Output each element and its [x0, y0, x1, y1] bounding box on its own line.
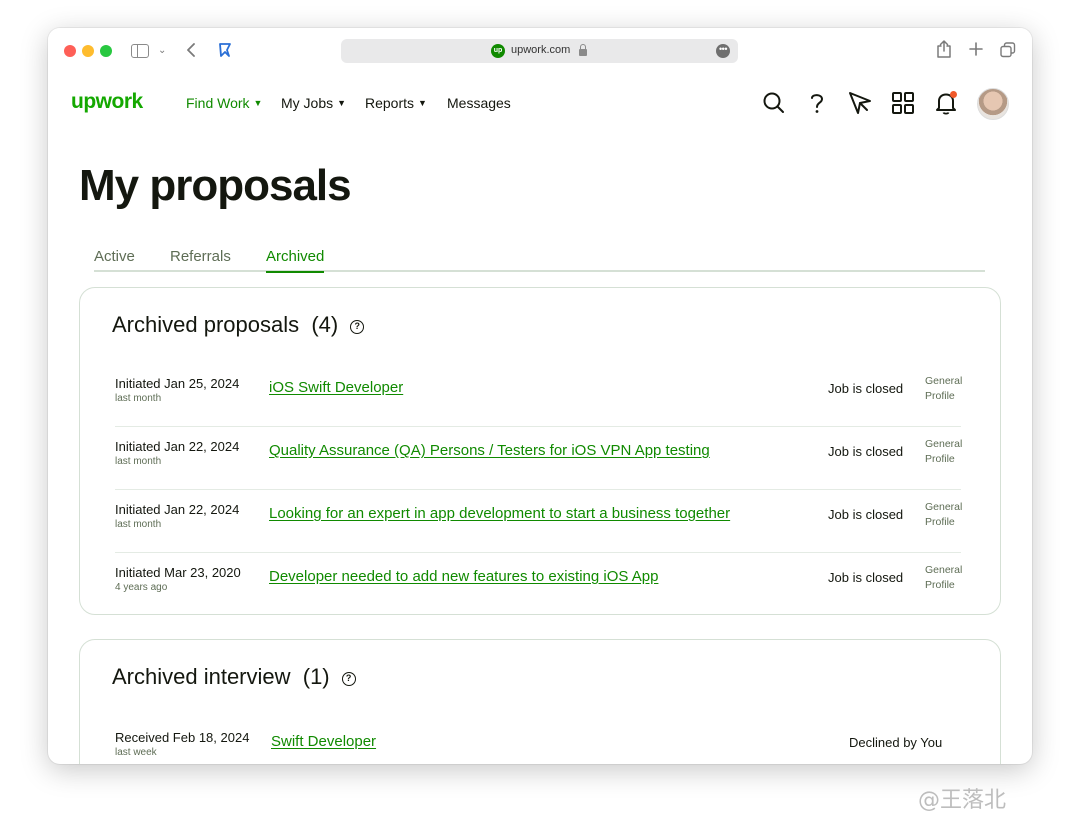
tab-active[interactable]: Active: [94, 248, 135, 265]
archived-interview-title: Archived interview: [112, 664, 291, 689]
zoom-window-button[interactable]: [100, 45, 112, 57]
archived-proposals-heading: Archived proposals (4)?: [112, 312, 365, 338]
site-header: upwork Find Work ▼ My Jobs ▼ Reports ▼ Mess…: [48, 80, 1032, 128]
watermark: @王落北: [918, 788, 1007, 813]
tab-referrals[interactable]: Referrals: [170, 248, 231, 265]
proposal-relative-time: 4 years ago: [115, 582, 168, 593]
profile-line-1: General: [925, 375, 963, 387]
new-tab-icon[interactable]: [969, 42, 983, 56]
nav-my-jobs[interactable]: My Jobs ▼: [281, 95, 346, 111]
chevron-down-icon[interactable]: ⌄: [158, 41, 166, 61]
question-icon[interactable]: ?: [341, 672, 356, 686]
proposal-status: Job is closed: [828, 444, 904, 459]
upwork-favicon-icon: up: [491, 44, 505, 58]
archived-proposals-title: Archived proposals: [112, 312, 300, 337]
nav-find-work[interactable]: Find Work ▼: [186, 95, 262, 111]
interview-job-link[interactable]: Swift Developer: [271, 733, 376, 750]
archived-interview-card: Archived interview (1)? Received Feb 18,…: [79, 639, 1001, 764]
proposal-job-link[interactable]: iOS Swift Developer: [269, 379, 403, 396]
tab-archived[interactable]: Archived: [266, 248, 325, 273]
send-icon[interactable]: [847, 90, 873, 116]
page-title: My proposals: [79, 161, 352, 210]
more-options-icon[interactable]: •••: [716, 44, 730, 58]
archived-interview-heading: Archived interview (1)?: [112, 664, 356, 690]
profile-line-1: General: [925, 438, 963, 450]
nav-find-work-label: Find Work: [186, 95, 250, 111]
proposal-tabs: Active Referrals Archived: [94, 246, 985, 273]
proposal-row: Initiated Jan 25, 2024 last month iOS Sw…: [115, 364, 962, 427]
proposal-status: Job is closed: [828, 507, 904, 522]
chevron-down-icon: ▼: [253, 98, 263, 108]
proposal-relative-time: last month: [115, 519, 162, 530]
address-bar[interactable]: up upwork.com •••: [341, 39, 738, 63]
proposal-profile: General Profile: [925, 500, 962, 530]
proposal-profile: General Profile: [925, 374, 962, 404]
close-window-button[interactable]: [64, 45, 76, 57]
help-icon[interactable]: [804, 90, 830, 116]
interview-relative-time: last week: [115, 747, 157, 758]
proposal-job-link[interactable]: Developer needed to add new features to …: [269, 568, 658, 585]
upwork-logo[interactable]: upwork: [71, 90, 143, 114]
nav-reports[interactable]: Reports ▼: [365, 95, 427, 111]
proposal-date: Initiated Mar 23, 2020: [115, 565, 241, 580]
chevron-down-icon: ▼: [337, 98, 347, 108]
minimize-window-button[interactable]: [82, 45, 94, 57]
archived-proposals-card: Archived proposals (4)? Initiated Jan 25…: [79, 287, 1001, 615]
profile-line-2: Profile: [925, 390, 955, 402]
proposal-profile: General Profile: [925, 563, 962, 593]
back-arrow-icon[interactable]: [186, 43, 196, 57]
proposal-date: Initiated Jan 22, 2024: [115, 502, 240, 517]
proposal-profile: General Profile: [925, 437, 962, 467]
proposal-relative-time: last month: [115, 393, 162, 404]
proposal-job-link[interactable]: Quality Assurance (QA) Persons / Testers…: [269, 442, 710, 459]
profile-line-2: Profile: [925, 579, 955, 591]
proposal-row: Initiated Mar 23, 2020 4 years ago Devel…: [115, 553, 962, 616]
proposal-row: Initiated Jan 22, 2024 last month Lookin…: [115, 490, 962, 553]
nav-my-jobs-label: My Jobs: [281, 95, 334, 111]
profile-line-1: General: [925, 501, 963, 513]
archived-proposals-count: (4): [311, 312, 339, 337]
proposal-status: Job is closed: [828, 570, 904, 585]
interview-row: Received Feb 18, 2024 last week Swift De…: [115, 718, 961, 764]
address-url: upwork.com: [511, 44, 571, 56]
apps-grid-icon[interactable]: [890, 90, 916, 116]
archived-interview-count: (1): [302, 664, 330, 689]
profile-line-1: General: [925, 564, 963, 576]
nav-messages[interactable]: Messages: [447, 95, 511, 111]
proposal-date: Initiated Jan 22, 2024: [115, 439, 240, 454]
bell-icon[interactable]: [933, 90, 959, 116]
profile-line-2: Profile: [925, 516, 955, 528]
privacy-shield-icon[interactable]: [218, 42, 232, 58]
interview-date: Received Feb 18, 2024: [115, 730, 250, 745]
proposal-date: Initiated Jan 25, 2024: [115, 376, 240, 391]
browser-toolbar: ⌄ up upwork.com •••: [48, 28, 1032, 72]
share-icon[interactable]: [936, 40, 952, 58]
interview-status: Declined by You: [849, 735, 943, 750]
proposal-relative-time: last month: [115, 456, 162, 467]
nav-reports-label: Reports: [365, 95, 415, 111]
proposal-row: Initiated Jan 22, 2024 last month Qualit…: [115, 427, 962, 490]
tab-overview-icon[interactable]: [1000, 42, 1016, 58]
sidebar-toggle-icon[interactable]: [131, 44, 149, 58]
proposal-status: Job is closed: [828, 381, 904, 396]
profile-line-2: Profile: [925, 453, 955, 465]
question-icon[interactable]: ?: [350, 320, 365, 334]
avatar[interactable]: [977, 88, 1009, 120]
lock-icon: [579, 44, 587, 56]
proposal-job-link[interactable]: Looking for an expert in app development…: [269, 505, 730, 522]
nav-messages-label: Messages: [447, 95, 511, 111]
chevron-down-icon: ▼: [418, 98, 427, 108]
browser-window: ⌄ up upwork.com ••• upwork Find Work ▼ M…: [48, 28, 1032, 764]
search-icon[interactable]: [761, 90, 787, 116]
